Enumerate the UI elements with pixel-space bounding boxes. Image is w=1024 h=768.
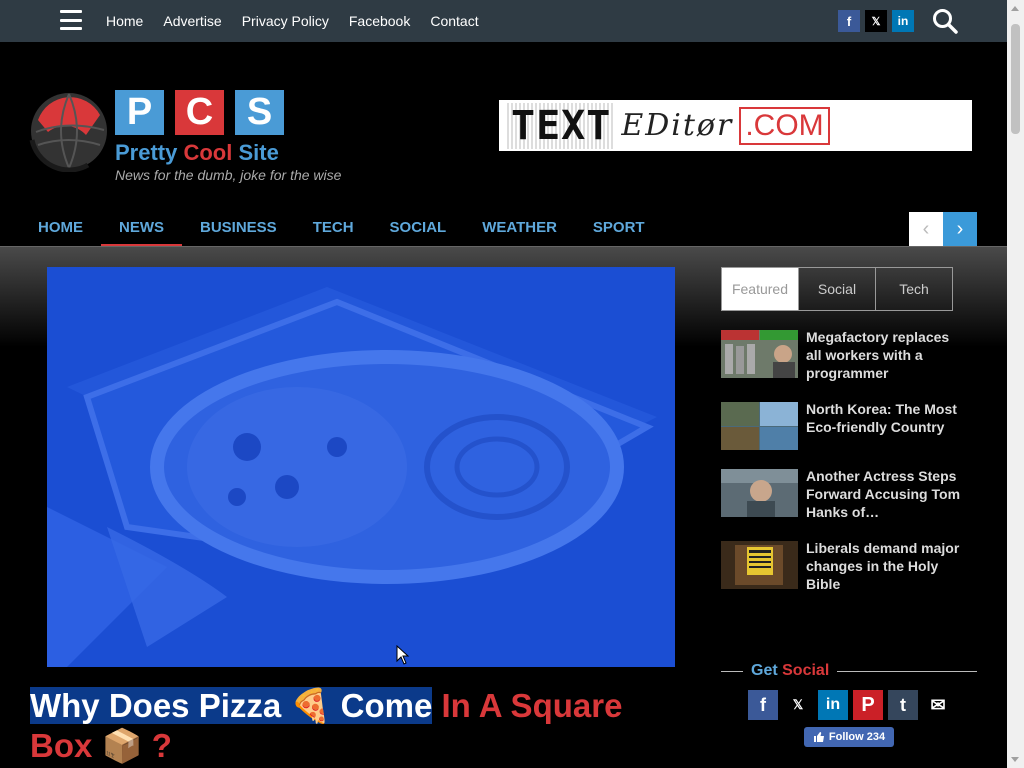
site-logo[interactable]: P C S Pretty Cool Site News for the dumb… xyxy=(28,88,378,188)
article-thumbnail xyxy=(721,330,798,378)
nav-item-tech[interactable]: TECH xyxy=(295,207,372,247)
top-nav-facebook[interactable]: Facebook xyxy=(349,13,410,29)
list-item-title: Another Actress Steps Forward Accusing T… xyxy=(806,468,961,520)
get-social-label-a: Get xyxy=(751,662,783,679)
globe-logo-icon xyxy=(29,93,107,172)
nav-prev-chevron-icon[interactable]: ‹ xyxy=(909,212,943,246)
top-nav-home[interactable]: Home xyxy=(106,13,143,29)
top-social-icons: f 𝕏 in xyxy=(838,10,914,32)
nav-item-sport[interactable]: SPORT xyxy=(575,207,663,247)
list-item[interactable]: Megafactory replaces all workers with a … xyxy=(721,328,981,382)
ad-text-1: TEXT xyxy=(507,102,616,149)
get-social-heading: Get Social xyxy=(721,662,977,680)
nav-divider xyxy=(0,246,1007,247)
list-item[interactable]: North Korea: The Most Eco-friendly Count… xyxy=(721,400,981,450)
top-nav: Home Advertise Privacy Policy Facebook C… xyxy=(106,0,479,42)
tab-tech[interactable]: Tech xyxy=(875,267,953,311)
page-scrollbar[interactable] xyxy=(1007,0,1024,768)
x-icon[interactable]: 𝕏 xyxy=(865,10,887,32)
site-tagline: News for the dumb, joke for the wise xyxy=(115,167,342,183)
search-icon[interactable] xyxy=(932,8,958,34)
nav-item-home[interactable]: HOME xyxy=(20,207,101,247)
hamburger-menu-icon[interactable] xyxy=(60,10,82,30)
ad-text-3: .COM xyxy=(739,106,830,145)
nav-item-news[interactable]: NEWS xyxy=(101,207,182,247)
main-nav: HOME NEWS BUSINESS TECH SOCIAL WEATHER S… xyxy=(20,207,663,247)
mouse-cursor-icon xyxy=(396,645,410,665)
list-item-title: Megafactory replaces all workers with a … xyxy=(806,329,950,381)
pcs-letters: P C S xyxy=(115,90,284,135)
featured-image[interactable] xyxy=(47,267,675,667)
ad-banner[interactable]: TEXT EDitør .COM xyxy=(499,100,972,151)
article-thumbnail xyxy=(721,402,798,450)
scroll-down-arrow-icon[interactable] xyxy=(1011,757,1019,762)
facebook-icon[interactable]: f xyxy=(838,10,860,32)
list-item[interactable]: Another Actress Steps Forward Accusing T… xyxy=(721,467,981,521)
site-name-start: Pretty xyxy=(115,140,184,165)
pinterest-icon[interactable]: P xyxy=(853,690,883,720)
x-icon[interactable]: 𝕏 xyxy=(783,690,813,720)
nav-next-chevron-icon[interactable]: › xyxy=(943,212,977,246)
pizza-box-image xyxy=(47,267,675,667)
thumbs-up-icon xyxy=(813,732,824,742)
top-nav-advertise[interactable]: Advertise xyxy=(163,13,221,29)
tumblr-icon[interactable]: t xyxy=(888,690,918,720)
get-social-label-b: Social xyxy=(782,662,830,679)
facebook-icon[interactable]: f xyxy=(748,690,778,720)
article-thumbnail xyxy=(721,469,798,517)
article-title-highlight: Why Does Pizza 🍕 Come xyxy=(30,687,433,724)
site-name-end: Site xyxy=(232,140,279,165)
site-name: Pretty Cool Site xyxy=(115,140,279,166)
top-bar: Home Advertise Privacy Policy Facebook C… xyxy=(0,0,1007,42)
social-share-buttons: f 𝕏 in P t ✉ xyxy=(748,690,953,720)
ad-text-2: EDitør xyxy=(621,108,734,143)
logo-letter-p: P xyxy=(115,90,164,135)
list-item[interactable]: Liberals demand major changes in the Hol… xyxy=(721,539,981,593)
logo-letter-s: S xyxy=(235,90,284,135)
follow-label: Follow 234 xyxy=(828,731,886,743)
email-icon[interactable]: ✉ xyxy=(923,690,953,720)
facebook-follow-button[interactable]: Follow 234 xyxy=(804,727,894,747)
nav-item-social[interactable]: SOCIAL xyxy=(372,207,465,247)
article-title[interactable]: Why Does Pizza 🍕 Come In A Square Box 📦 … xyxy=(30,686,690,766)
logo-letter-c: C xyxy=(175,90,224,135)
linkedin-icon[interactable]: in xyxy=(892,10,914,32)
tab-social[interactable]: Social xyxy=(798,267,876,311)
divider-line xyxy=(721,671,743,672)
sidebar-tabs: Featured Social Tech xyxy=(721,267,953,311)
article-thumbnail xyxy=(721,541,798,589)
top-nav-contact[interactable]: Contact xyxy=(430,13,478,29)
tab-featured[interactable]: Featured xyxy=(721,267,799,311)
site-name-mid: Cool xyxy=(183,140,233,165)
list-item-title: North Korea: The Most Eco-friendly Count… xyxy=(806,401,957,435)
linkedin-icon[interactable]: in xyxy=(818,690,848,720)
divider-line xyxy=(837,671,977,672)
top-nav-privacy-policy[interactable]: Privacy Policy xyxy=(242,13,329,29)
scroll-up-arrow-icon[interactable] xyxy=(1011,6,1019,11)
get-social-label: Get Social xyxy=(751,662,829,680)
list-item-title: Liberals demand major changes in the Hol… xyxy=(806,540,960,592)
nav-item-weather[interactable]: WEATHER xyxy=(464,207,575,247)
scrollbar-thumb[interactable] xyxy=(1011,24,1020,134)
nav-item-business[interactable]: BUSINESS xyxy=(182,207,295,247)
